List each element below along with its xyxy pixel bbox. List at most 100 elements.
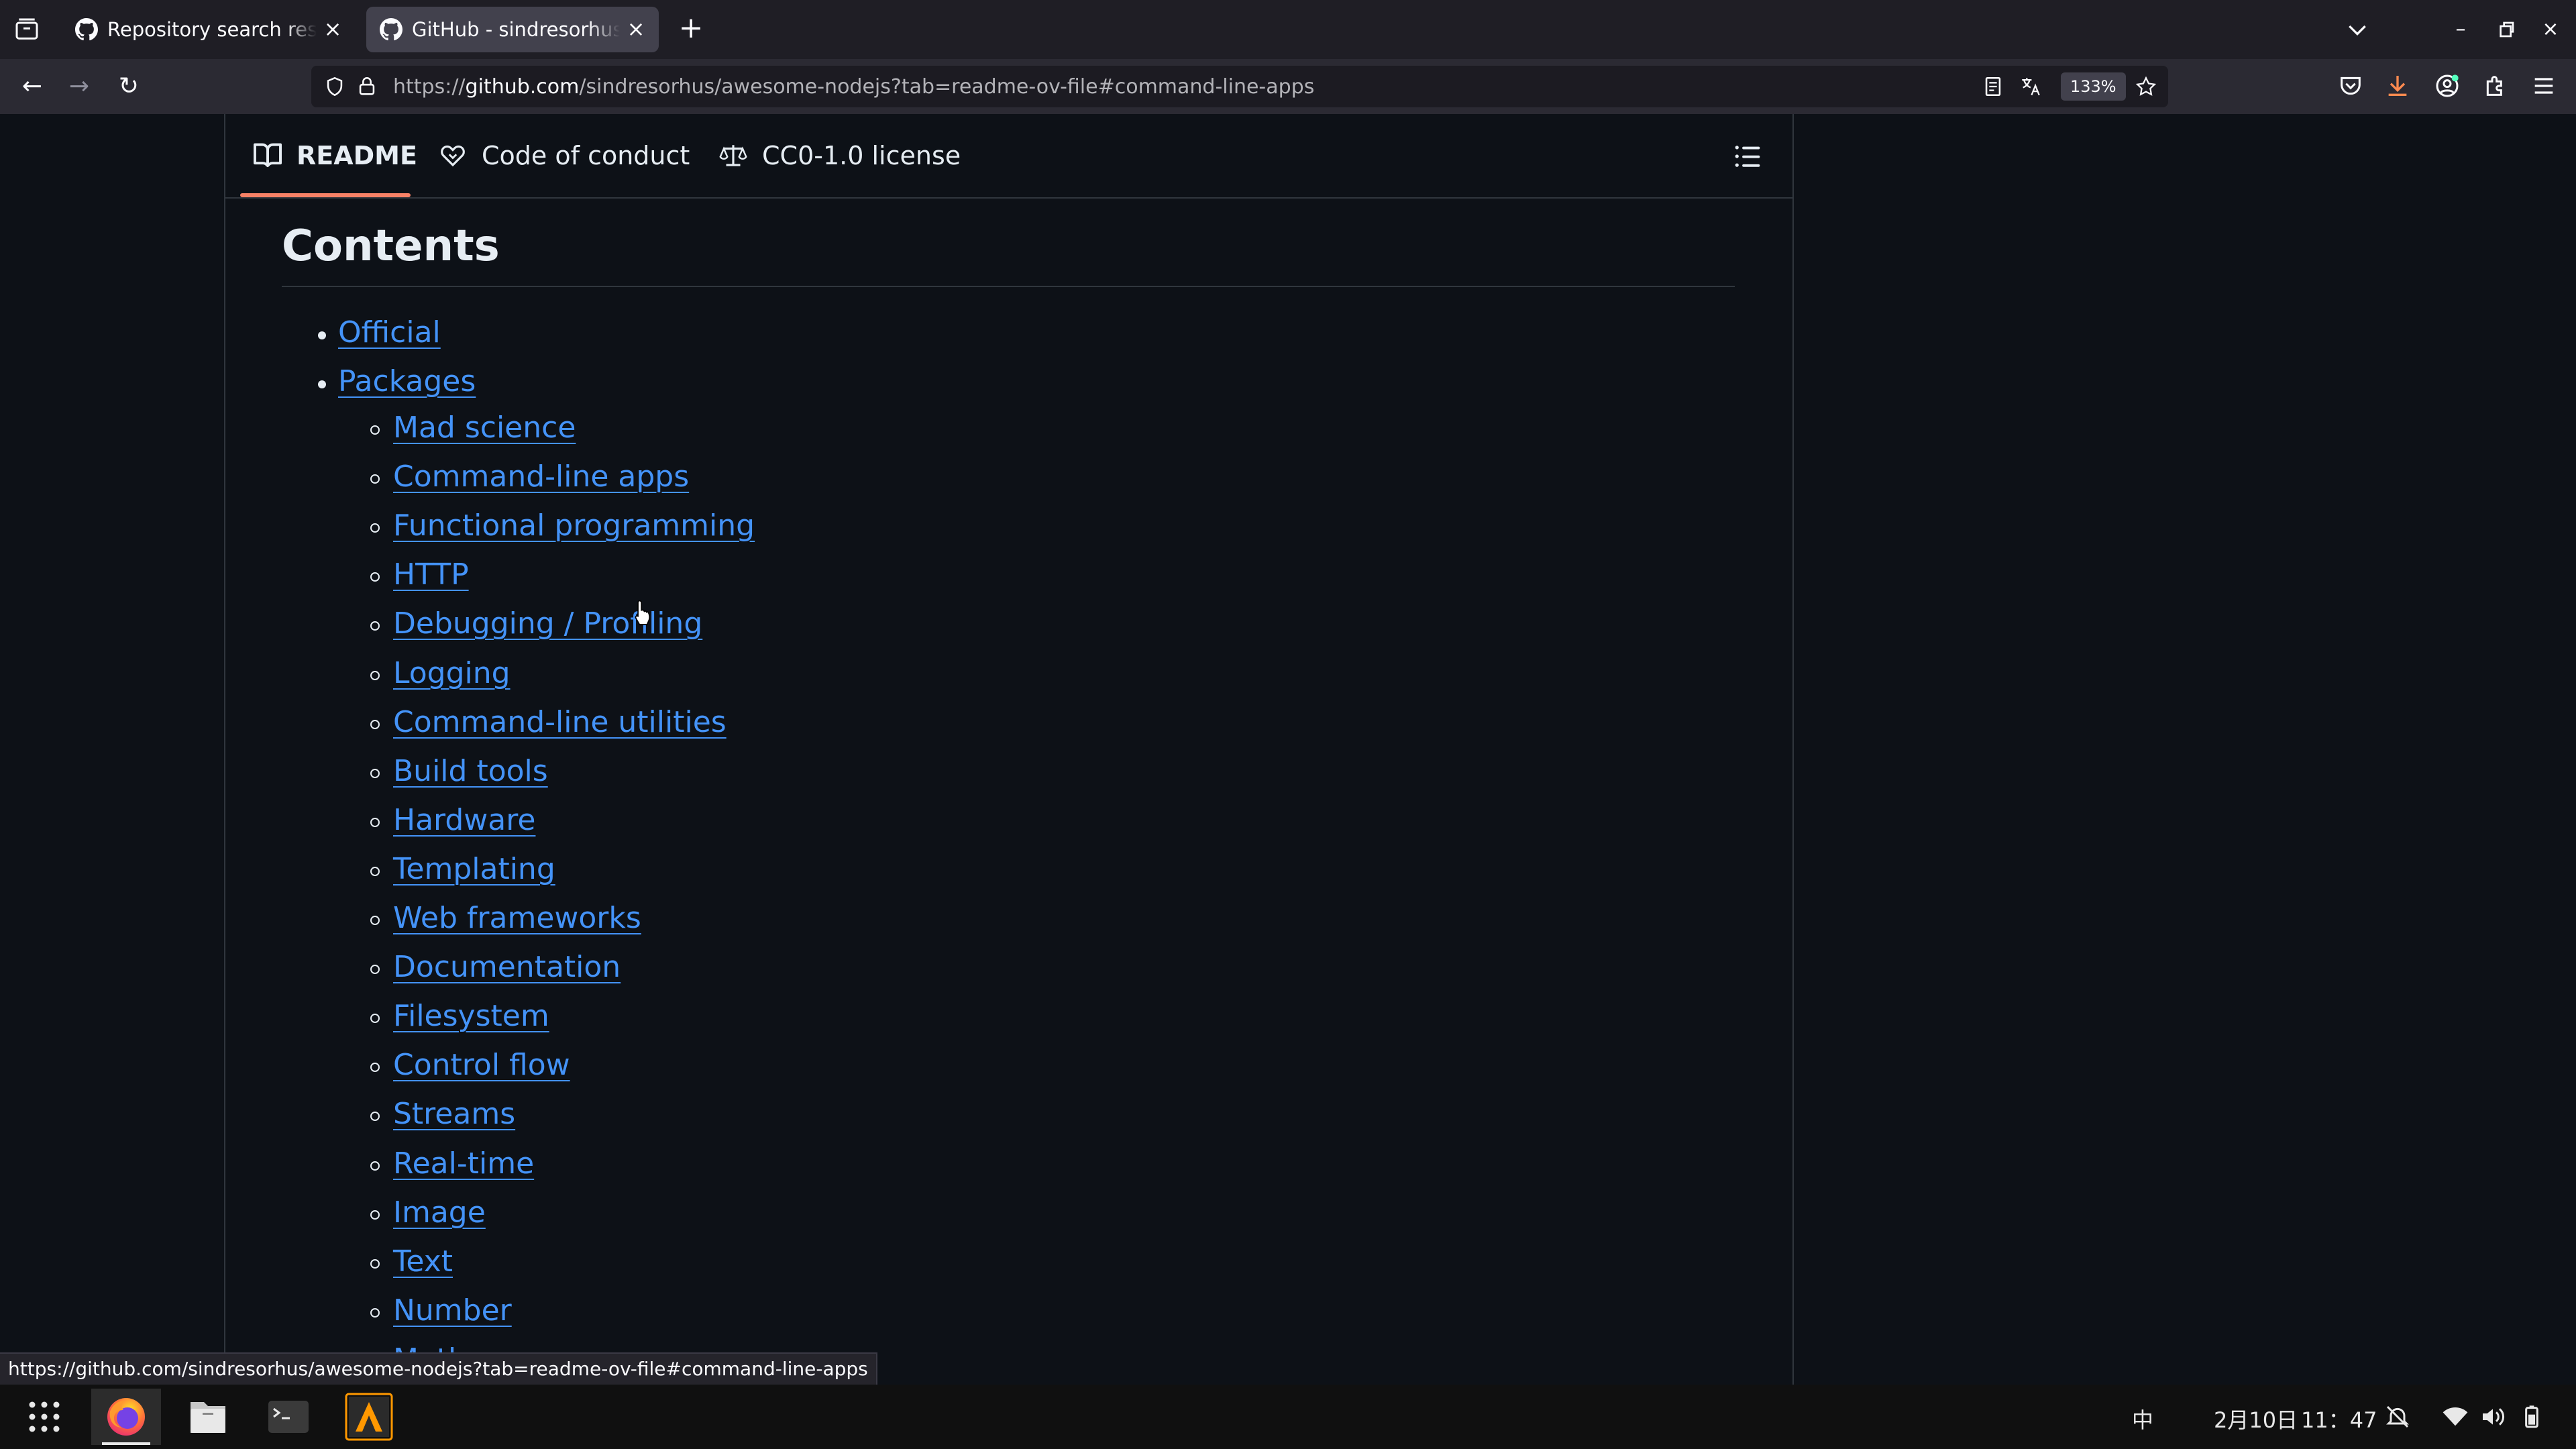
law-scale-icon bbox=[719, 145, 747, 166]
list-item: Documentation bbox=[393, 950, 621, 984]
toc-link-build-tools[interactable]: Build tools bbox=[393, 754, 548, 788]
toc-link-command-line-apps[interactable]: Command-line apps bbox=[393, 460, 689, 494]
list-item: Logging bbox=[393, 656, 511, 690]
tab-readme[interactable]: README bbox=[254, 138, 417, 173]
circle-marker bbox=[370, 1063, 380, 1072]
notifications-muted-bell-icon[interactable] bbox=[2384, 1403, 2411, 1430]
close-window-icon[interactable]: × bbox=[2537, 16, 2564, 43]
circle-marker bbox=[370, 818, 380, 827]
pocket-icon[interactable] bbox=[2337, 72, 2364, 99]
address-bar[interactable]: https://github.com/sindresorhus/awesome-… bbox=[311, 66, 2168, 107]
list-item: Real-time bbox=[393, 1146, 534, 1181]
tracking-protection-shield-icon[interactable] bbox=[323, 75, 346, 98]
toc-link-number[interactable]: Number bbox=[393, 1293, 512, 1328]
tab-repository-search[interactable]: Repository search results × bbox=[62, 7, 356, 52]
tab-license[interactable]: CC0-1.0 license bbox=[719, 138, 961, 173]
toc-link-documentation[interactable]: Documentation bbox=[393, 950, 621, 984]
menu-hamburger-icon[interactable] bbox=[2530, 72, 2557, 99]
translate-icon[interactable] bbox=[2019, 75, 2042, 98]
readme-tabs: README Code of conduct CC0-1.0 license bbox=[225, 114, 1792, 199]
account-icon[interactable] bbox=[2434, 72, 2461, 99]
circle-marker bbox=[370, 1112, 380, 1121]
battery-icon[interactable] bbox=[2518, 1403, 2545, 1430]
circle-marker bbox=[370, 769, 380, 778]
toc-link-web-frameworks[interactable]: Web frameworks bbox=[393, 901, 641, 935]
forward-arrow-icon[interactable]: → bbox=[63, 71, 95, 103]
url-text[interactable]: https://github.com/sindresorhus/awesome-… bbox=[393, 75, 1314, 99]
tab-code-of-conduct[interactable]: Code of conduct bbox=[439, 138, 690, 173]
toc-link-packages[interactable]: Packages bbox=[338, 364, 476, 398]
toc-link-hardware[interactable]: Hardware bbox=[393, 803, 535, 837]
downloads-icon[interactable] bbox=[2384, 72, 2411, 99]
toc-link-templating[interactable]: Templating bbox=[393, 852, 555, 886]
new-tab-plus-icon[interactable]: + bbox=[676, 13, 706, 44]
bookmark-star-icon[interactable] bbox=[2135, 75, 2157, 98]
toc-link-command-line-utilities[interactable]: Command-line utilities bbox=[393, 705, 727, 739]
clock-date[interactable]: 2月10日 bbox=[2214, 1403, 2298, 1434]
toc-link-streams[interactable]: Streams bbox=[393, 1097, 515, 1131]
sublime-text-icon[interactable] bbox=[334, 1389, 404, 1445]
app-grid-icon[interactable] bbox=[9, 1389, 79, 1445]
tab-awesome-nodejs[interactable]: GitHub - sindresorhus/awesome-nodejs × bbox=[366, 7, 659, 52]
list-item: Templating bbox=[393, 852, 555, 886]
lock-icon[interactable] bbox=[356, 75, 378, 98]
toc-link-functional-programming[interactable]: Functional programming bbox=[393, 508, 755, 543]
table-of-contents-list-icon[interactable] bbox=[1733, 142, 1762, 170]
circle-marker bbox=[370, 1259, 380, 1269]
heart-handshake-icon bbox=[441, 145, 465, 167]
minimize-window-icon[interactable]: – bbox=[2447, 16, 2474, 43]
list-item: Number bbox=[393, 1293, 512, 1328]
list-item: Official bbox=[338, 315, 441, 350]
list-item: Control flow bbox=[393, 1048, 570, 1082]
toc-link-filesystem[interactable]: Filesystem bbox=[393, 999, 549, 1033]
extensions-puzzle-icon[interactable] bbox=[2482, 72, 2509, 99]
wifi-icon[interactable] bbox=[2442, 1403, 2469, 1430]
list-item: Build tools bbox=[393, 754, 548, 788]
toc-link-real-time[interactable]: Real-time bbox=[393, 1146, 534, 1181]
toc-link-logging[interactable]: Logging bbox=[393, 656, 511, 690]
selected-tab-underline bbox=[240, 193, 411, 197]
terminal-icon[interactable] bbox=[254, 1389, 323, 1445]
toc-link-mad-science[interactable]: Mad science bbox=[393, 411, 576, 445]
toc-link-official[interactable]: Official bbox=[338, 315, 441, 350]
list-all-tabs-chevron-down-icon[interactable] bbox=[2344, 16, 2371, 43]
contents-heading: Contents bbox=[282, 221, 500, 271]
firefox-taskbar-icon[interactable] bbox=[91, 1389, 161, 1445]
restore-window-icon[interactable] bbox=[2493, 16, 2520, 43]
list-item: Streams bbox=[393, 1097, 515, 1131]
circle-marker bbox=[370, 720, 380, 729]
tab-label: README bbox=[297, 141, 417, 170]
clock-time[interactable]: 11：47 bbox=[2301, 1403, 2377, 1434]
input-method-indicator[interactable]: 中 bbox=[2132, 1403, 2153, 1434]
list-item: Filesystem bbox=[393, 999, 549, 1033]
list-item: Mad science bbox=[393, 411, 576, 445]
files-folder-icon[interactable] bbox=[173, 1389, 243, 1445]
toc-link-text[interactable]: Text bbox=[393, 1244, 453, 1279]
circle-marker bbox=[370, 621, 380, 631]
page-content: README Code of conduct CC0-1.0 license C… bbox=[0, 114, 2576, 1385]
url-path: /sindresorhus/awesome-nodejs?tab=readme-… bbox=[579, 75, 1315, 99]
circle-marker bbox=[370, 965, 380, 974]
volume-icon[interactable] bbox=[2479, 1403, 2506, 1430]
reader-view-icon[interactable] bbox=[1982, 75, 2004, 98]
close-tab-icon[interactable]: × bbox=[627, 18, 645, 40]
list-item: Text bbox=[393, 1244, 453, 1279]
back-arrow-icon[interactable]: ← bbox=[16, 71, 48, 103]
tab-overview-icon[interactable] bbox=[13, 16, 40, 43]
circle-marker bbox=[370, 572, 380, 582]
list-item: HTTP bbox=[393, 557, 469, 592]
readme-container: README Code of conduct CC0-1.0 license bbox=[224, 114, 1794, 1385]
toc-link-control-flow[interactable]: Control flow bbox=[393, 1048, 570, 1082]
reload-icon[interactable]: ↻ bbox=[113, 71, 145, 103]
zoom-level-button[interactable]: 133% bbox=[2061, 72, 2126, 101]
book-icon bbox=[254, 143, 282, 168]
toc-link-http[interactable]: HTTP bbox=[393, 557, 469, 592]
list-item: Packages bbox=[338, 364, 476, 398]
toc-link-debugging-profiling[interactable]: Debugging / Profiling bbox=[393, 606, 702, 641]
circle-marker bbox=[370, 867, 380, 876]
toc-link-image[interactable]: Image bbox=[393, 1195, 486, 1230]
circle-marker bbox=[370, 1014, 380, 1023]
firefox-icon bbox=[107, 1398, 145, 1436]
close-tab-icon[interactable]: × bbox=[323, 18, 342, 40]
list-item: Image bbox=[393, 1195, 486, 1230]
